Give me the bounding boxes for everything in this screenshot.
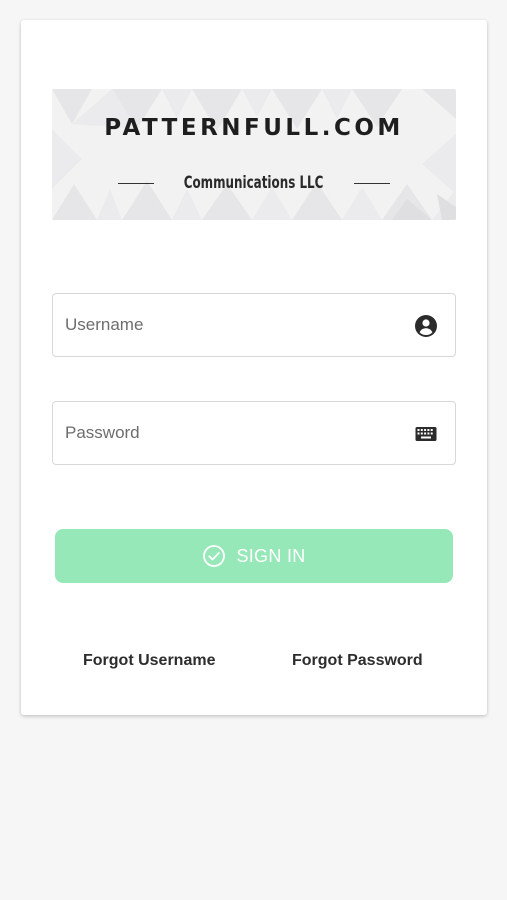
forgot-username-link[interactable]: Forgot Username [83, 652, 215, 670]
account-circle-icon [415, 315, 437, 337]
logo-background-pattern [52, 89, 456, 220]
logo-divider-left [118, 182, 155, 184]
company-logo: PATTERNFULL.COM Communications LLC [52, 89, 456, 220]
logo-subtitle: Communications LLC [184, 173, 324, 193]
password-field[interactable] [52, 401, 456, 465]
logo-subtitle-row: Communications LLC [52, 173, 456, 193]
username-field[interactable] [52, 293, 456, 357]
keyboard-icon [415, 427, 437, 441]
logo-title: PATTERNFULL.COM [104, 115, 404, 141]
sign-in-label: SIGN IN [236, 545, 306, 566]
forgot-password-link[interactable]: Forgot Password [292, 652, 423, 670]
sign-in-button[interactable]: SIGN IN [55, 529, 453, 583]
login-card: PATTERNFULL.COM Communications LLC Usern… [21, 20, 487, 715]
check-circle-icon [203, 545, 226, 567]
username-input[interactable] [65, 294, 395, 356]
logo-divider-right [353, 182, 390, 184]
password-input[interactable] [65, 402, 395, 464]
